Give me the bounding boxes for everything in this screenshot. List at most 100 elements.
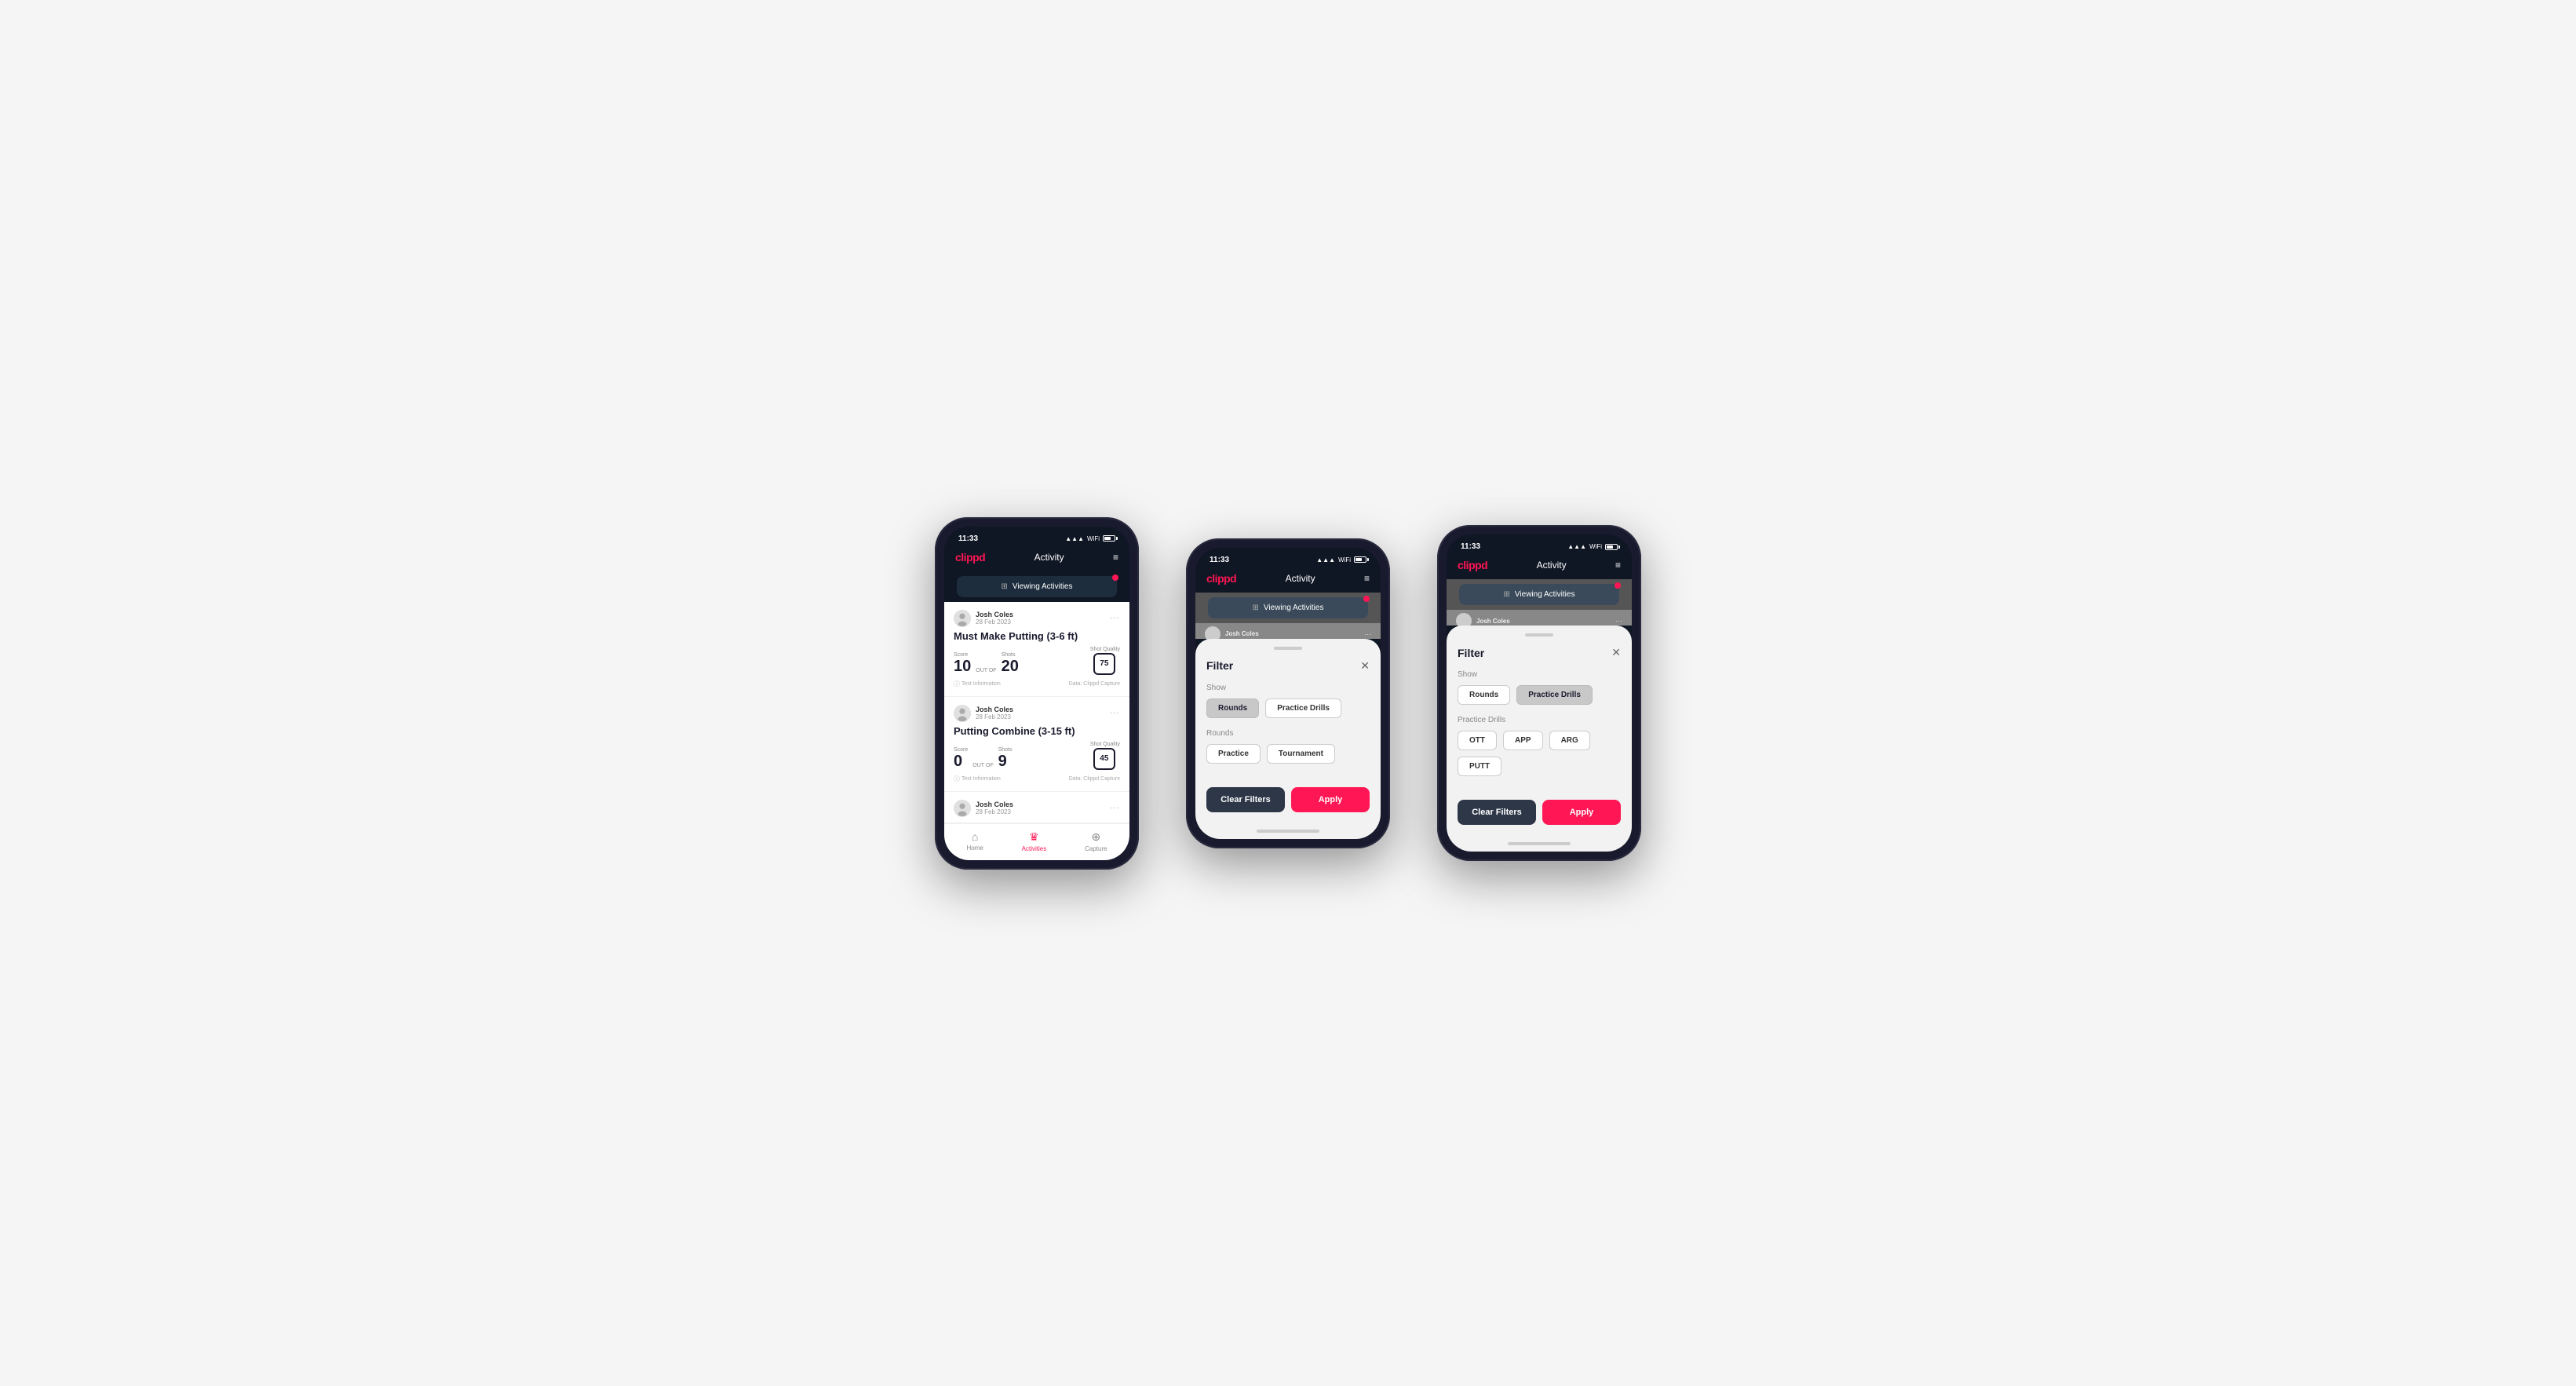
capture-label: Capture [1085,845,1107,852]
battery-icon [1103,535,1115,542]
activity-card-3[interactable]: Josh Coles 28 Feb 2023 ··· [944,792,1129,823]
more-dots-3[interactable]: ··· [1110,804,1120,812]
notch-3 [1512,534,1567,549]
filter-actions-2: Clear Filters Apply [1206,787,1370,812]
activity-title-1: Must Make Putting (3-6 ft) [954,630,1120,642]
phone-2: 11:33 ▲▲▲ WiFi clippd Activity ≡ [1186,538,1390,848]
app-header-3: clippd Activity ≡ [1447,554,1632,579]
wifi-icon: WiFi [1087,535,1100,542]
test-info-1: ⓘ Test Information [954,680,1001,688]
viewing-dot-3 [1615,582,1621,589]
activity-card-2[interactable]: Josh Coles 28 Feb 2023 ··· Putting Combi… [944,697,1129,792]
phone-1: 11:33 ▲▲▲ WiFi clippd Activity ≡ [935,517,1139,870]
apply-btn-3[interactable]: Apply [1542,800,1621,825]
home-icon: ⌂ [972,830,978,843]
shots-value-2: 9 [998,753,1007,770]
filter-handle-3 [1525,633,1553,636]
filter-icon-3: ⊞ [1504,590,1510,599]
data-source-1: Data: Clippd Capture [1069,681,1120,687]
quality-badge-1: 75 [1093,653,1115,675]
viewing-bar-text-1: Viewing Activities [1013,582,1073,591]
battery-fill-3 [1607,545,1613,549]
phone-3-inner: 11:33 ▲▲▲ WiFi clippd Activity ≡ [1447,534,1632,852]
show-buttons-3: Rounds Practice Drills [1458,685,1621,705]
more-dots-1[interactable]: ··· [1110,614,1120,622]
drills-buttons-3: OTT APP ARG PUTT [1458,731,1621,776]
more-dots-2[interactable]: ··· [1110,709,1120,717]
close-button-3[interactable]: ✕ [1611,646,1621,659]
data-source-2: Data: Clippd Capture [1069,776,1120,782]
nav-activities[interactable]: ♛ Activities [1022,830,1047,852]
drills-label-3: Practice Drills [1458,716,1621,724]
activity-title-2: Putting Combine (3-15 ft) [954,725,1120,737]
viewing-dot-1 [1112,574,1118,581]
app-btn[interactable]: APP [1503,731,1543,750]
status-icons-1: ▲▲▲ WiFi [1065,535,1115,542]
activity-card-1[interactable]: Josh Coles 28 Feb 2023 ··· Must Make Put… [944,602,1129,697]
battery-icon-2 [1354,556,1366,563]
notch-2 [1261,548,1315,562]
status-bar-1: 11:33 ▲▲▲ WiFi [944,527,1129,546]
home-label: Home [966,844,983,852]
status-time-1: 11:33 [958,534,978,543]
status-icons-3: ▲▲▲ WiFi [1567,543,1618,550]
filter-icon-2: ⊞ [1253,604,1259,612]
apply-btn-2[interactable]: Apply [1291,787,1370,812]
putt-btn[interactable]: PUTT [1458,757,1501,776]
drills-show-btn-3[interactable]: Practice Drills [1516,685,1593,705]
rounds-show-btn-2[interactable]: Rounds [1206,698,1259,718]
header-title-3: Activity [1537,560,1567,571]
logo-1: clippd [955,551,985,564]
close-button-2[interactable]: ✕ [1360,659,1370,673]
quality-label-2: Shot Quality [1090,742,1120,747]
user-info-3: Josh Coles 28 Feb 2023 [954,800,1013,817]
app-header-1: clippd Activity ≡ [944,546,1129,571]
avatar-1 [954,610,971,627]
user-info-1: Josh Coles 28 Feb 2023 [954,610,1013,627]
app-header-2: clippd Activity ≡ [1195,567,1381,593]
bottom-nav-1: ⌂ Home ♛ Activities ⊕ Capture [944,823,1129,860]
nav-capture[interactable]: ⊕ Capture [1085,830,1107,852]
ott-btn[interactable]: OTT [1458,731,1497,750]
clear-filters-btn-3[interactable]: Clear Filters [1458,800,1536,825]
drills-show-btn-2[interactable]: Practice Drills [1265,698,1341,718]
signal-icon-2: ▲▲▲ [1316,556,1335,564]
hamburger-icon-2[interactable]: ≡ [1364,573,1370,584]
filter-sheet-3: Filter ✕ Show Rounds Practice Drills Pra… [1447,626,1632,836]
notch-1 [1009,527,1064,541]
test-info-2: ⓘ Test Information [954,775,1001,783]
stats-row-2: Score 0 OUT OF Shots 9 Shot Quality 45 [954,742,1120,770]
avatar-3 [954,800,971,817]
user-date-1: 28 Feb 2023 [976,618,1013,626]
card-header-2: Josh Coles 28 Feb 2023 ··· [954,705,1120,722]
practice-btn-2[interactable]: Practice [1206,744,1261,764]
viewing-bar-1[interactable]: ⊞ Viewing Activities [957,576,1117,597]
rounds-show-btn-3[interactable]: Rounds [1458,685,1510,705]
card-footer-2: ⓘ Test Information Data: Clippd Capture [954,775,1120,783]
clear-filters-btn-2[interactable]: Clear Filters [1206,787,1285,812]
score-label-2: Score [954,747,968,753]
battery-fill-2 [1356,558,1362,561]
activities-icon: ♛ [1029,830,1039,844]
nav-home[interactable]: ⌂ Home [966,830,983,852]
hamburger-icon-3[interactable]: ≡ [1615,560,1621,571]
shots-value-1: 20 [1002,658,1019,675]
filter-actions-3: Clear Filters Apply [1458,800,1621,825]
quality-badge-2: 45 [1093,748,1115,770]
viewing-bar-3: ⊞ Viewing Activities [1459,584,1619,605]
user-date-2: 28 Feb 2023 [976,713,1013,720]
signal-icon: ▲▲▲ [1065,535,1084,542]
scene: 11:33 ▲▲▲ WiFi clippd Activity ≡ [888,470,1688,917]
arg-btn[interactable]: ARG [1549,731,1590,750]
show-label-3: Show [1458,670,1621,679]
phone-1-inner: 11:33 ▲▲▲ WiFi clippd Activity ≡ [944,527,1129,860]
tournament-btn-2[interactable]: Tournament [1267,744,1335,764]
user-name-1: Josh Coles [976,611,1013,618]
phone-3: 11:33 ▲▲▲ WiFi clippd Activity ≡ [1437,525,1641,861]
hamburger-icon-1[interactable]: ≡ [1113,552,1118,563]
quality-label-1: Shot Quality [1090,647,1120,652]
viewing-dot-2 [1363,596,1370,602]
score-value-1: 10 [954,658,971,675]
status-icons-2: ▲▲▲ WiFi [1316,556,1366,564]
activity-list-1: Josh Coles 28 Feb 2023 ··· Must Make Put… [944,602,1129,823]
